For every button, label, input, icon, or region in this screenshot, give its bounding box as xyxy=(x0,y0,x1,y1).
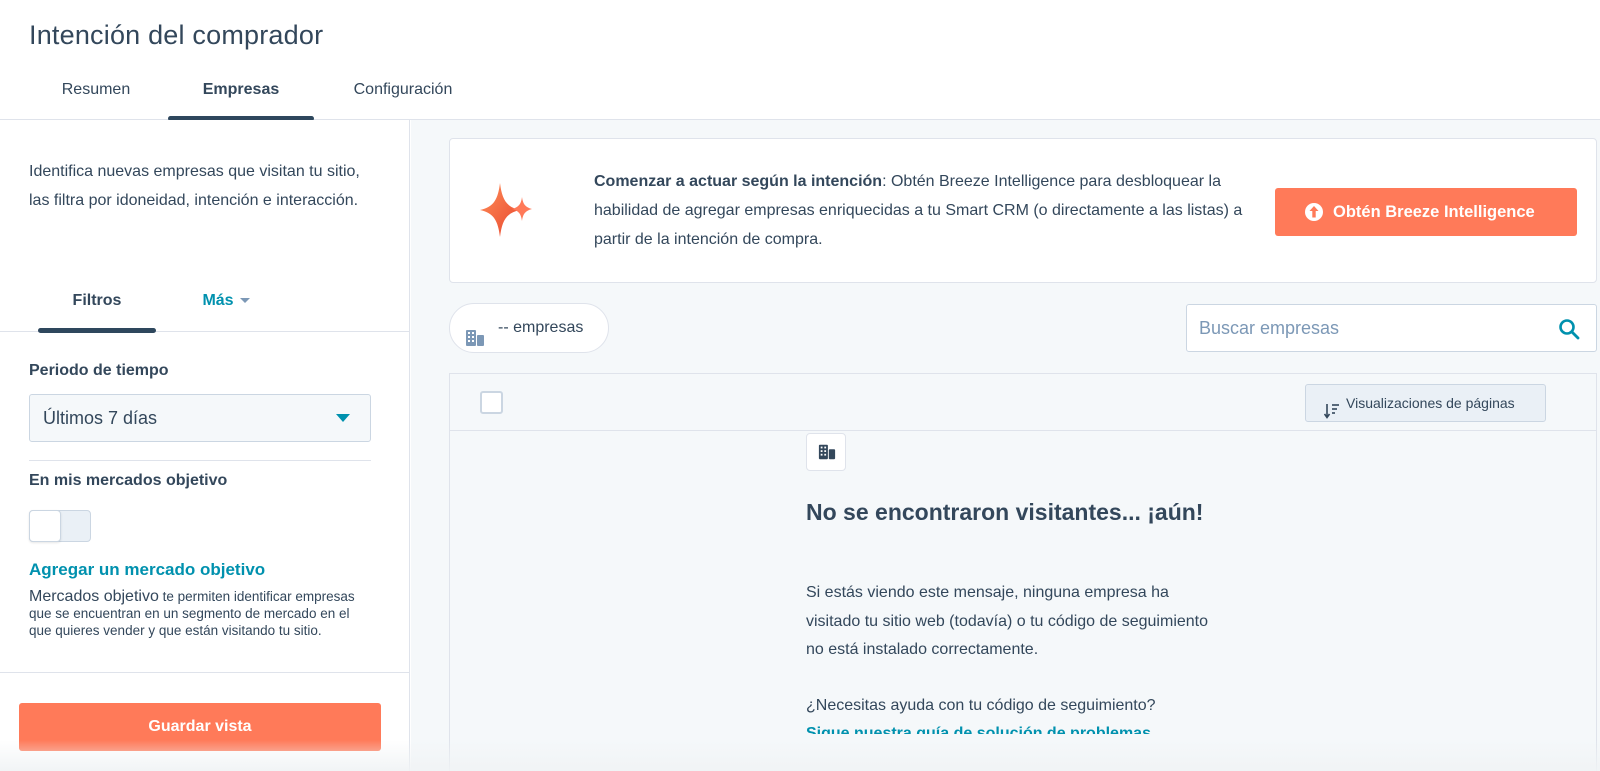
building-icon xyxy=(806,433,846,471)
dropdown-caret-icon xyxy=(336,414,350,422)
companies-table: Visualizaciones de páginas No se encontr… xyxy=(449,373,1597,771)
subtab-mas[interactable]: Más xyxy=(180,280,272,332)
get-breeze-intelligence-label: Obtén Breeze Intelligence xyxy=(1333,203,1535,221)
page-title: Intención del comprador xyxy=(29,20,324,50)
banner-message: Comenzar a actuar según la intención: Ob… xyxy=(594,167,1274,254)
tab-resumen[interactable]: Resumen xyxy=(48,72,144,120)
add-target-market-link[interactable]: Agregar un mercado objetivo xyxy=(29,560,265,580)
company-search xyxy=(1186,304,1597,352)
active-subtab-indicator xyxy=(38,328,156,333)
divider xyxy=(29,460,371,461)
sidebar-description: Identifica nuevas empresas que visitan t… xyxy=(29,163,360,209)
select-all-checkbox[interactable] xyxy=(480,391,503,414)
chevron-down-icon xyxy=(239,298,250,304)
target-markets-help: Mercados objetivo te permiten identifica… xyxy=(29,588,365,639)
building-icon xyxy=(465,319,485,367)
toggle-knob xyxy=(29,510,61,542)
subtab-filtros-label: Filtros xyxy=(72,292,122,309)
subtab-mas-label: Más xyxy=(202,292,234,309)
sparkle-icon xyxy=(480,183,532,237)
main-content: Comenzar a actuar según la intención: Ob… xyxy=(411,120,1600,771)
get-breeze-intelligence-button[interactable]: Obtén Breeze Intelligence xyxy=(1275,188,1577,236)
arrow-up-circle-icon xyxy=(1305,203,1323,221)
empty-state-help: ¿Necesitas ayuda con tu código de seguim… xyxy=(806,697,1156,714)
table-header: Visualizaciones de páginas xyxy=(450,374,1596,431)
target-markets-label: En mis mercados objetivo xyxy=(29,472,228,489)
sort-page-views-button[interactable]: Visualizaciones de páginas xyxy=(1305,384,1546,422)
banner-message-bold: Comenzar a actuar según la intención xyxy=(594,173,883,190)
search-input[interactable] xyxy=(1187,305,1547,351)
time-period-value: Últimos 7 días xyxy=(43,408,158,428)
tab-empresas-label: Empresas xyxy=(202,81,280,98)
header: Intención del comprador Resumen Empresas… xyxy=(0,0,1600,121)
target-markets-toggle[interactable] xyxy=(29,510,91,542)
tab-configuracion[interactable]: Configuración xyxy=(338,72,468,120)
time-period-select[interactable]: Últimos 7 días xyxy=(29,394,371,442)
sort-button-label: Visualizaciones de páginas xyxy=(1346,395,1515,411)
sidebar-footer: Guardar vista xyxy=(0,672,410,771)
sidebar-subtabs: Filtros Más xyxy=(0,280,410,333)
empty-state-body: Si estás viendo este mensaje, ninguna em… xyxy=(806,584,1209,658)
filter-sidebar: Identifica nuevas empresas que visitan t… xyxy=(0,120,410,771)
subtab-filtros[interactable]: Filtros xyxy=(38,280,156,333)
save-view-button[interactable]: Guardar vista xyxy=(19,703,381,751)
search-icon[interactable] xyxy=(1558,318,1580,345)
companies-count-pill[interactable]: -- empresas xyxy=(449,303,609,353)
companies-count-label: -- empresas xyxy=(498,319,584,336)
sort-icon xyxy=(1323,396,1340,432)
time-period-label: Periodo de tiempo xyxy=(29,362,169,379)
empty-state-title: No se encontraron visitantes... ¡aún! xyxy=(806,499,1204,525)
target-markets-help-lead: Mercados objetivo xyxy=(29,588,159,605)
tab-empresas[interactable]: Empresas xyxy=(168,72,314,121)
troubleshooting-guide-link[interactable]: Sigue nuestra guía de solución de proble… xyxy=(806,720,1226,734)
breeze-banner: Comenzar a actuar según la intención: Ob… xyxy=(449,138,1597,283)
